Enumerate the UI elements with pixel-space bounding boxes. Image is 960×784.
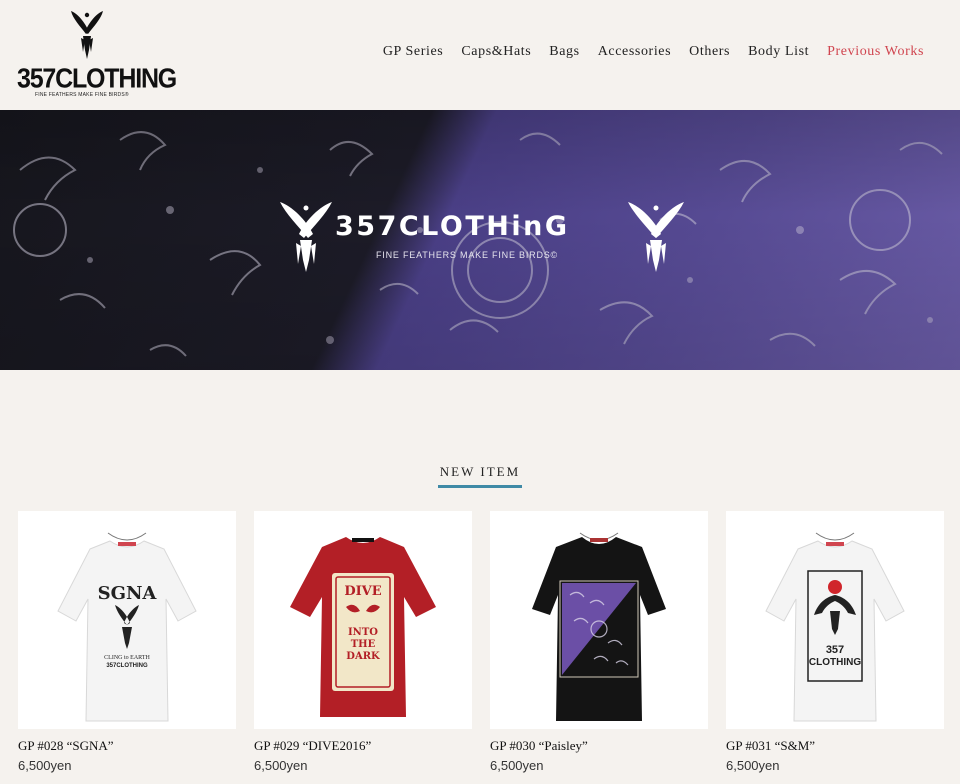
crossed-feathers-icon [71,11,103,59]
product-image[interactable]: DIVE INTO THE DARK [254,511,472,729]
product-image[interactable]: SGNA CLING to EARTH 357CLOTHING [18,511,236,729]
section-title: NEW ITEM [437,464,523,488]
product-card[interactable]: 357 CLOTHING GP #031 “S&M” 6,500yen [726,511,944,773]
tshirt-icon: SGNA CLING to EARTH 357CLOTHING [57,532,197,722]
main-nav: GP Series Caps&Hats Bags Accessories Oth… [383,44,924,60]
product-image[interactable] [490,511,708,729]
tshirt-icon: DIVE INTO THE DARK [290,537,436,717]
product-card[interactable]: DIVE INTO THE DARK GP #029 “DIVE2016” 6,… [254,511,472,773]
svg-text:CLING to EARTH: CLING to EARTH [104,655,150,661]
nav-item-others[interactable]: Others [689,44,730,60]
svg-text:DIVE: DIVE [344,584,381,599]
product-name[interactable]: GP #028 “SGNA” [18,738,236,754]
product-image[interactable]: 357 CLOTHING [726,511,944,729]
svg-text:357: 357 [826,644,844,656]
site-header: 357CLOTHING FINE FEATHERS MAKE FINE BIRD… [0,0,960,110]
site-logo[interactable]: 357CLOTHING FINE FEATHERS MAKE FINE BIRD… [17,10,177,100]
svg-text:DARK: DARK [346,651,380,662]
svg-text:357CLOTHING: 357CLOTHING [106,663,148,669]
nav-item-gp-series[interactable]: GP Series [383,44,444,60]
product-name[interactable]: GP #031 “S&M” [726,738,944,754]
svg-text:THE: THE [351,639,376,650]
product-price: 6,500yen [18,758,72,773]
hero-title: 357CLOTHinG [335,211,570,242]
product-card[interactable]: SGNA CLING to EARTH 357CLOTHING GP #028 … [18,511,236,773]
nav-item-accessories[interactable]: Accessories [598,44,671,60]
hero-tagline: FINE FEATHERS MAKE FINE BIRDS© [376,250,558,260]
tshirt-icon [532,532,666,721]
section-heading: NEW ITEM [0,463,960,488]
nav-item-caps-hats[interactable]: Caps&Hats [461,44,531,60]
product-name[interactable]: GP #029 “DIVE2016” [254,738,472,754]
product-grid: SGNA CLING to EARTH 357CLOTHING GP #028 … [18,511,944,784]
product-name[interactable]: GP #030 “Paisley” [490,738,708,754]
nav-item-bags[interactable]: Bags [549,44,579,60]
tshirt-icon: 357 CLOTHING [765,532,905,722]
svg-text:INTO: INTO [348,627,378,638]
logo-wordmark: 357CLOTHING [17,62,177,95]
product-price: 6,500yen [490,758,544,773]
logo-tagline: FINE FEATHERS MAKE FINE BIRDS® [35,92,129,98]
svg-text:CLOTHING: CLOTHING [809,657,861,668]
hero-banner: 357CLOTHinG FINE FEATHERS MAKE FINE BIRD… [0,110,960,370]
product-price: 6,500yen [254,758,308,773]
nav-item-body-list[interactable]: Body List [748,44,809,60]
nav-item-previous-works[interactable]: Previous Works [827,44,924,60]
product-card[interactable]: GP #030 “Paisley” 6,500yen [490,511,708,773]
print-text: SGNA [98,583,158,604]
product-price: 6,500yen [726,758,780,773]
